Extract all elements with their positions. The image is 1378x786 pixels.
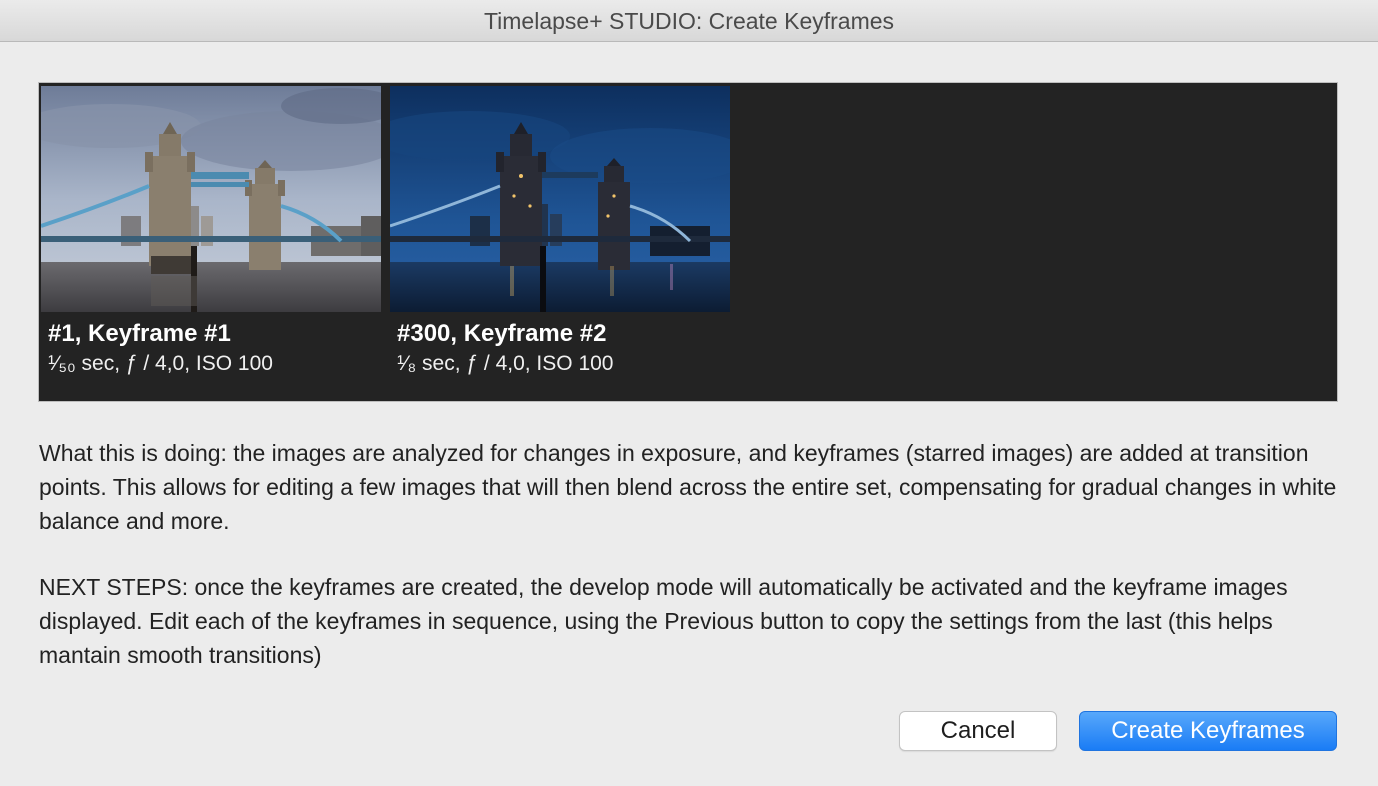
keyframe-1-exposure: ¹⁄₅₀ sec, ƒ / 4,0, ISO 100 [48,352,273,375]
keyframe-1-photo [41,86,381,312]
keyframe-1-title: #1, Keyframe #1 [48,320,231,347]
create-keyframes-button[interactable]: Create Keyframes [1079,711,1337,751]
window-title: Timelapse+ STUDIO: Create Keyframes [483,8,895,34]
keyframe-2-exposure: ¹⁄₈ sec, ƒ / 4,0, ISO 100 [397,352,614,375]
cancel-button[interactable]: Cancel [899,711,1057,751]
keyframe-thumbnail-2[interactable]: #300, Keyframe #2 ¹⁄₈ sec, ƒ / 4,0, ISO … [390,86,730,375]
keyframe-2-title: #300, Keyframe #2 [397,320,607,347]
next-steps-paragraph: NEXT STEPS: once the keyframes are creat… [39,574,1288,668]
description-paragraph: What this is doing: the images are analy… [39,440,1337,534]
dialog-window: Timelapse+ STUDIO: Create Keyframes #1, … [0,0,1378,786]
keyframe-2-photo [390,86,730,312]
title-bar[interactable]: Timelapse+ STUDIO: Create Keyframes [0,0,1378,42]
keyframe-thumbnail-1[interactable]: #1, Keyframe #1 ¹⁄₅₀ sec, ƒ / 4,0, ISO 1… [41,86,381,375]
keyframe-thumbnail-strip: #1, Keyframe #1 ¹⁄₅₀ sec, ƒ / 4,0, ISO 1… [38,82,1338,402]
